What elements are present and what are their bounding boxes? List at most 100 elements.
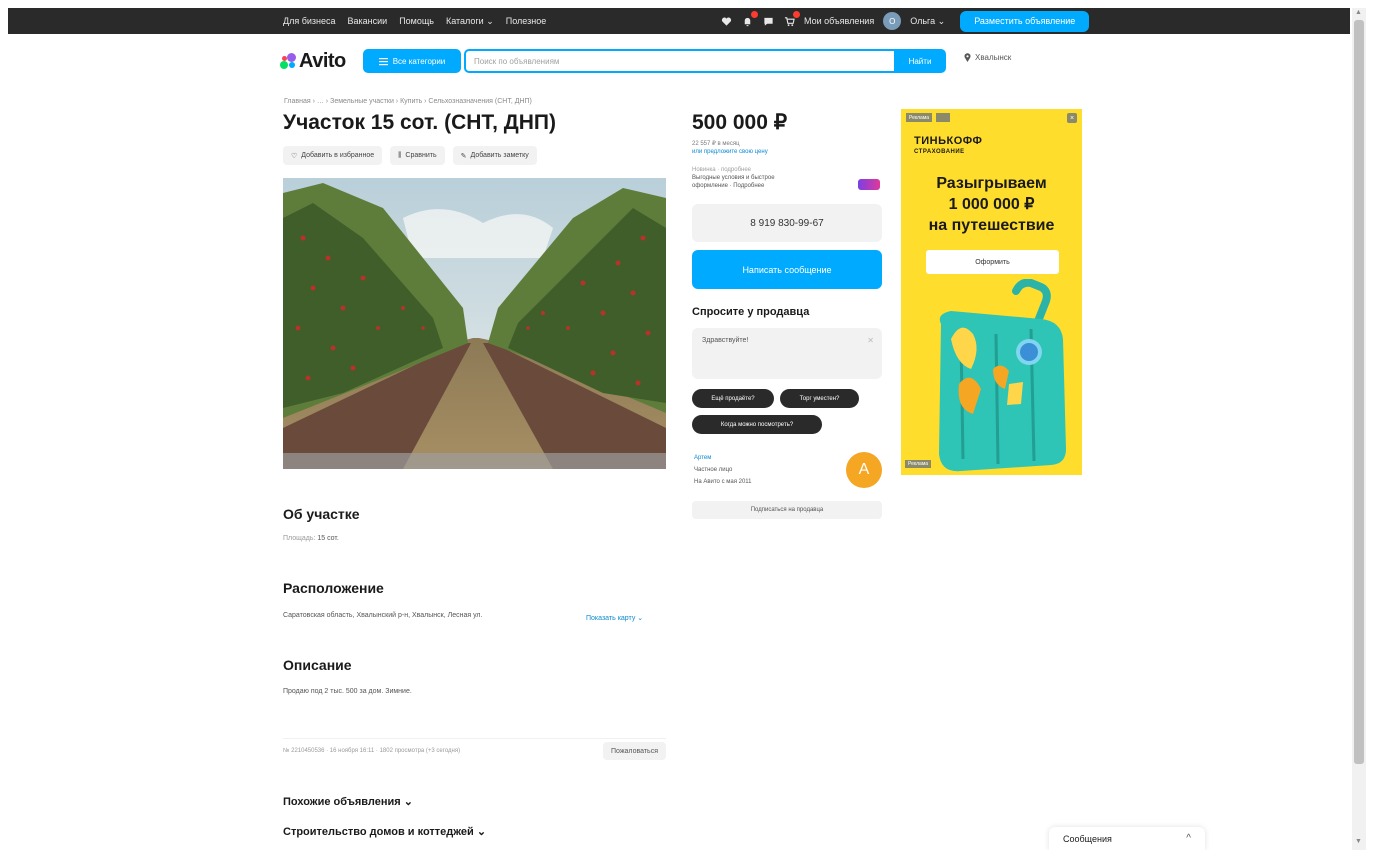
promo-line-1: Новинка · подробнее (692, 167, 752, 173)
listing-meta-row: № 2210450536 · 16 ноября 16:11 · 1802 пр… (283, 738, 666, 766)
avito-logo[interactable]: Avito (280, 49, 346, 73)
heart-outline-icon: ♡ (291, 152, 298, 160)
topbar-user-area: Мои объявления О Ольга ⌄ Разместить объя… (720, 8, 1090, 34)
location-section-title: Расположение (283, 580, 384, 596)
all-categories-label: Все категории (392, 56, 446, 66)
show-map-label: Показать карту (586, 615, 636, 622)
area-param: Площадь: 15 сот. (283, 535, 339, 542)
seller-avatar[interactable]: А (846, 452, 882, 488)
cart-badge (793, 11, 800, 18)
quick-question-chip-bargain[interactable]: Торг уместен? (780, 389, 859, 408)
city-label: Хвалынск (975, 53, 1012, 62)
ad-headline-line-3: на путешествие (928, 217, 1055, 234)
add-to-favorites-label: Добавить в избранное (301, 152, 375, 159)
note-icon: ✎ (460, 152, 467, 160)
topbar-link-help[interactable]: Помощь (399, 16, 434, 26)
user-menu[interactable]: Ольга ⌄ (910, 16, 945, 27)
credit-monthly: 22 557 ₽ в месяц (692, 141, 740, 147)
ad-info-icon[interactable] (936, 113, 950, 122)
topbar-link-catalogs[interactable]: Каталоги ⌄ (446, 16, 494, 27)
topbar-link-jobs[interactable]: Вакансии (348, 16, 388, 26)
heart-icon[interactable] (720, 15, 732, 27)
add-to-favorites-button[interactable]: ♡ Добавить в избранное (283, 146, 383, 165)
seller-type: Частное лицо (694, 467, 733, 473)
compare-button[interactable]: ⫼ Сравнить (390, 146, 445, 165)
description-section-title: Описание (283, 657, 352, 673)
offer-price-link[interactable]: или предложите свою цену (692, 148, 768, 156)
quick-question-chip-still-selling[interactable]: Ещё продаёте? (692, 389, 774, 408)
construction-toggle[interactable]: Строительство домов и коттеджей ⌄ (283, 825, 486, 838)
ad-brand-subtitle: СТРАХОВАНИЕ (914, 149, 965, 155)
chevron-down-icon: ⌄ (476, 826, 487, 838)
city-selector[interactable]: Хвалынск (964, 53, 1011, 62)
listing-photo[interactable] (283, 178, 666, 469)
close-ad-icon[interactable]: × (1067, 113, 1077, 123)
location-pin-icon (964, 53, 971, 62)
avito-logo-icon (280, 53, 296, 69)
chevron-down-icon: ⌄ (637, 615, 644, 622)
ad-headline-line-2: 1 000 000 ₽ (948, 196, 1035, 213)
scrollbar-thumb[interactable] (1354, 20, 1364, 764)
cart-icon[interactable] (783, 11, 800, 27)
construction-label: Строительство домов и коттеджей (283, 826, 474, 838)
search-button[interactable]: Найти (894, 49, 946, 73)
ad-headline: Разыгрываем 1 000 000 ₽ на путешествие (901, 173, 1082, 236)
add-note-label: Добавить заметку (470, 152, 529, 159)
quick-question-chip-when-view[interactable]: Когда можно посмотреть? (692, 415, 822, 434)
scroll-down-icon[interactable]: ▼ (1355, 838, 1362, 845)
topbar-link-catalogs-label: Каталоги (445, 15, 484, 26)
show-map-link[interactable]: Показать карту ⌄ (586, 614, 643, 622)
notifications-icon[interactable] (741, 11, 758, 27)
advertisement-banner[interactable]: Реклама × ТИНЬКОФФ СТРАХОВАНИЕ Разыгрыва… (901, 109, 1082, 475)
price: 500 000 ₽ (692, 111, 788, 134)
clear-icon[interactable]: ✕ (867, 336, 874, 345)
area-value: 15 сот. (317, 535, 339, 542)
topbar-link-business[interactable]: Для бизнеса (283, 16, 336, 26)
similar-ads-toggle[interactable]: Похожие объявления ⌄ (283, 795, 413, 808)
credit-info: 22 557 ₽ в месяц или предложите свою цен… (692, 140, 768, 156)
messages-widget[interactable]: Сообщения ^ (1049, 827, 1205, 850)
ad-label: Реклама (906, 113, 933, 122)
compare-icon: ⫼ (398, 151, 402, 159)
ad-headline-line-1: Разыгрываем (936, 175, 1047, 192)
ad-cta-button[interactable]: Оформить (926, 250, 1059, 274)
promo-info: Новинка · подробнее Выгодные условия и б… (692, 166, 775, 190)
user-name: Ольга (910, 15, 936, 26)
notification-badge (751, 11, 758, 18)
seller-name-link[interactable]: Артем (694, 455, 711, 461)
promo-badge-icon (858, 179, 880, 190)
topbar-link-useful[interactable]: Полезное (506, 16, 546, 26)
post-ad-button[interactable]: Разместить объявление (960, 10, 1090, 32)
listing-meta-text: № 2210450536 · 16 ноября 16:11 · 1802 пр… (283, 748, 461, 754)
chat-icon[interactable] (762, 15, 774, 27)
ask-seller-title: Спросите у продавца (692, 306, 810, 318)
user-avatar[interactable]: О (883, 12, 902, 30)
page-scrollbar[interactable]: ▲ ▼ (1352, 8, 1366, 850)
search-input[interactable]: Поиск по объявлениям (464, 49, 896, 73)
scroll-up-icon[interactable]: ▲ (1355, 9, 1362, 16)
chevron-up-icon[interactable]: ^ (1186, 833, 1191, 844)
promo-line-3[interactable]: оформление · Подробнее (692, 182, 775, 190)
add-note-button[interactable]: ✎ Добавить заметку (452, 146, 537, 165)
breadcrumb[interactable]: Главная › … › Земельные участки › Купить… (284, 98, 532, 105)
write-message-button[interactable]: Написать сообщение (692, 250, 882, 289)
messages-widget-label: Сообщения (1063, 833, 1112, 844)
topbar-links: Для бизнеса Вакансии Помощь Каталоги ⌄ П… (283, 8, 546, 34)
listing-actions: ♡ Добавить в избранное ⫼ Сравнить ✎ Доба… (283, 146, 537, 165)
ask-seller-input[interactable]: Здравствуйте! ✕ (692, 328, 882, 379)
similar-ads-label: Похожие объявления (283, 796, 401, 808)
compare-label: Сравнить (405, 152, 437, 159)
about-section-title: Об участке (283, 506, 360, 522)
report-button[interactable]: Пожаловаться (602, 742, 666, 760)
chevron-down-icon: ⌄ (403, 796, 413, 808)
show-phone-button[interactable]: 8 919 830-99-67 (692, 204, 882, 242)
all-categories-button[interactable]: Все категории (363, 49, 461, 73)
ad-brand-name: ТИНЬКОФФ (914, 135, 983, 147)
my-ads-link[interactable]: Мои объявления (804, 16, 874, 26)
ask-seller-text: Здравствуйте! (702, 337, 749, 344)
area-label: Площадь: (283, 535, 316, 542)
subscribe-seller-button[interactable]: Подписаться на продавца (692, 501, 882, 519)
seller-since: На Авито с мая 2011 (694, 479, 752, 485)
top-navigation-bar: Для бизнеса Вакансии Помощь Каталоги ⌄ П… (8, 8, 1350, 34)
logo-text: Avito (299, 49, 346, 72)
